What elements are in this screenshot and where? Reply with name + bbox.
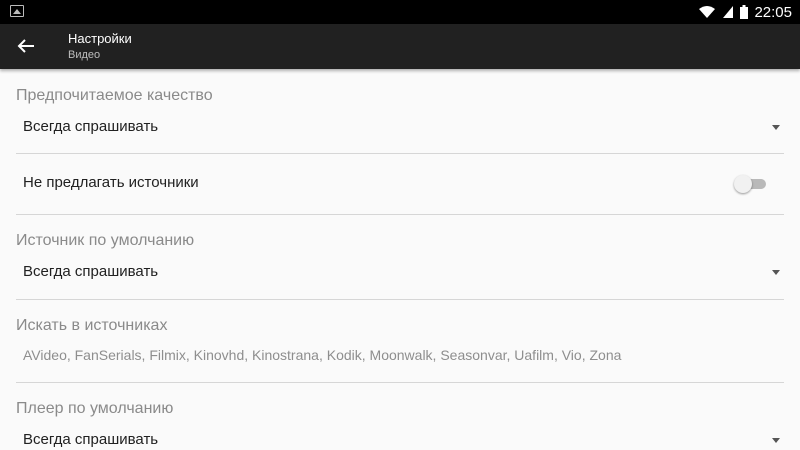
- default-player-label: Плеер по умолчанию: [16, 400, 174, 417]
- signal-icon: [723, 6, 734, 18]
- page-subtitle: Видео: [68, 49, 101, 61]
- back-arrow-icon: [17, 39, 34, 53]
- default-source-value: Всегда спрашивать: [23, 263, 159, 280]
- default-player-select[interactable]: Всегда спрашивать: [16, 425, 784, 450]
- divider: [16, 214, 784, 215]
- status-time: 22:05: [754, 3, 792, 21]
- search-in-sources-label: Искать в источниках: [16, 317, 168, 334]
- status-bar: 22:05: [0, 0, 800, 24]
- back-button[interactable]: [14, 34, 38, 58]
- dont-suggest-sources-label: Не предлагать источники: [23, 174, 199, 191]
- settings-list: Предпочитаемое качество Всегда спрашиват…: [0, 69, 800, 450]
- status-icons: 22:05: [698, 0, 792, 24]
- preferred-quality-select[interactable]: Всегда спрашивать: [16, 112, 784, 144]
- dont-suggest-sources-switch[interactable]: [734, 175, 768, 193]
- dropdown-caret-icon: [772, 270, 780, 275]
- divider: [16, 299, 784, 300]
- page-title: Настройки: [68, 31, 132, 46]
- switch-thumb: [734, 175, 752, 193]
- preferred-quality-value: Всегда спрашивать: [23, 118, 159, 135]
- dont-suggest-sources-row[interactable]: Не предлагать источники: [16, 165, 784, 203]
- dropdown-caret-icon: [772, 438, 780, 443]
- divider: [16, 153, 784, 154]
- default-source-label: Источник по умолчанию: [16, 232, 195, 249]
- default-player-value: Всегда спрашивать: [23, 431, 159, 448]
- search-in-sources-value[interactable]: AVideo, FanSerials, Filmix, Kinovhd, Kin…: [23, 347, 621, 363]
- wifi-icon: [699, 6, 716, 18]
- battery-icon: [740, 5, 749, 19]
- image-icon: [10, 5, 24, 17]
- preferred-quality-label: Предпочитаемое качество: [16, 87, 213, 104]
- toolbar: Настройки Видео: [0, 24, 800, 69]
- dropdown-caret-icon: [772, 125, 780, 130]
- divider: [16, 382, 784, 383]
- default-source-select[interactable]: Всегда спрашивать: [16, 257, 784, 289]
